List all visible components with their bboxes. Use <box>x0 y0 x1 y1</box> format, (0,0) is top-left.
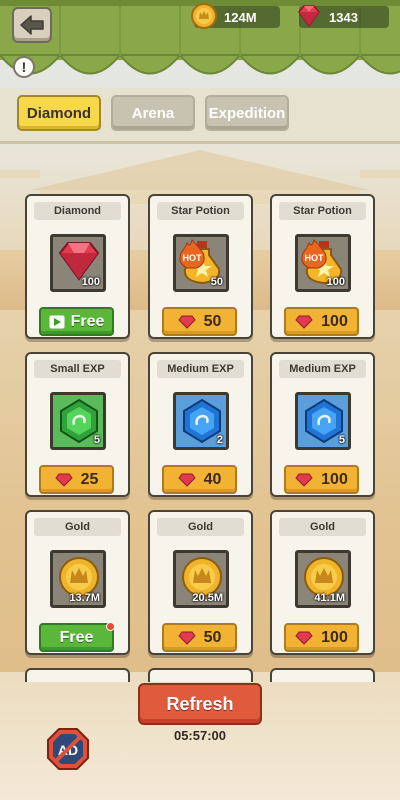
item-name: Gold <box>157 518 244 536</box>
item-quantity: 13.7M <box>69 592 100 604</box>
free-button[interactable]: Free <box>39 622 115 652</box>
gem-icon <box>54 473 73 487</box>
price-label: 50 <box>203 628 222 646</box>
price-label: 40 <box>203 470 222 488</box>
price-label: 25 <box>80 470 99 488</box>
item-slot: 13.7M <box>50 550 106 608</box>
refresh-button[interactable]: Refresh <box>138 683 262 725</box>
item-name: Small EXP <box>34 360 121 378</box>
item-name: Star Potion <box>157 202 244 220</box>
info-button[interactable]: ! <box>13 56 35 78</box>
shop-card-star-potion[interactable]: Star Potion 50 HOT 50 <box>148 194 253 339</box>
item-slot: 5 <box>50 392 106 450</box>
price-label: Free <box>70 312 105 330</box>
tab-expedition[interactable]: Expedition <box>205 95 289 131</box>
gem-counter: 1343 <box>298 5 389 28</box>
gem-icon <box>295 315 313 329</box>
back-button[interactable] <box>12 7 52 43</box>
item-slot: 20.5M <box>173 550 229 608</box>
item-name: Gold <box>279 518 366 536</box>
tab-diamond[interactable]: Diamond <box>17 95 101 131</box>
item-name: Star Potion <box>279 202 366 220</box>
gem-icon <box>295 473 313 487</box>
item-quantity: 5 <box>93 434 100 446</box>
item-quantity: 5 <box>338 434 345 446</box>
item-quantity: 50 <box>210 276 223 288</box>
shop-card-partial[interactable] <box>270 668 375 682</box>
item-name: Gold <box>34 518 121 536</box>
arrow-left-icon <box>20 15 44 35</box>
buy-button[interactable]: 50 <box>162 307 237 336</box>
item-quantity: 2 <box>216 434 223 446</box>
shop-card-gold[interactable]: Gold 13.7M Free <box>25 510 130 655</box>
notification-dot <box>106 622 115 631</box>
buy-button[interactable]: 25 <box>39 465 114 494</box>
price-label: 100 <box>321 470 348 488</box>
item-slot: 100 <box>50 234 106 292</box>
price-label: 100 <box>321 312 348 330</box>
item-slot: 100 HOT <box>295 234 351 292</box>
shop-card-medium-exp[interactable]: Medium EXP 2 40 <box>148 352 253 497</box>
price-label: 50 <box>203 312 222 330</box>
buy-button[interactable]: 100 <box>284 307 359 336</box>
shop-card-medium-exp[interactable]: Medium EXP 5 100 <box>270 352 375 497</box>
refresh-timer: 05:57:00 <box>173 728 227 743</box>
buy-button[interactable]: 100 <box>284 623 359 652</box>
gold-counter: 124M <box>191 3 280 29</box>
shop-card-partial[interactable] <box>148 668 253 682</box>
svg-text:HOT: HOT <box>183 253 203 263</box>
hot-badge: HOT <box>179 239 205 269</box>
gem-icon <box>177 315 196 329</box>
svg-text:HOT: HOT <box>305 253 325 263</box>
price-label: 100 <box>321 628 348 646</box>
item-slot: 5 <box>295 392 351 450</box>
free-button[interactable]: Free <box>39 307 114 336</box>
gold-coin-icon <box>191 3 217 29</box>
shop-card-diamond[interactable]: Diamond 100 Free <box>25 194 130 339</box>
buy-button[interactable]: 50 <box>162 623 237 652</box>
shop-card-partial[interactable] <box>25 668 130 682</box>
item-quantity: 100 <box>326 276 345 288</box>
item-quantity: 100 <box>81 276 100 288</box>
price-label: Free <box>59 628 94 646</box>
gem-icon <box>298 5 320 28</box>
shop-card-gold[interactable]: Gold 41.1M 100 <box>270 510 375 655</box>
item-name: Medium EXP <box>157 360 244 378</box>
shop-card-star-potion[interactable]: Star Potion 100 HOT 100 <box>270 194 375 339</box>
no-ads-icon[interactable]: AD <box>46 727 90 771</box>
item-slot: 41.1M <box>295 550 351 608</box>
shop-card-small-exp[interactable]: Small EXP 5 25 <box>25 352 130 497</box>
item-slot: 2 <box>173 392 229 450</box>
item-quantity: 20.5M <box>192 592 223 604</box>
item-slot: 50 HOT <box>173 234 229 292</box>
item-name: Diamond <box>34 202 121 220</box>
exclamation-icon: ! <box>21 59 27 75</box>
buy-button[interactable]: 40 <box>162 465 237 494</box>
gem-icon <box>177 473 196 487</box>
item-quantity: 41.1M <box>314 592 345 604</box>
hot-badge: HOT <box>301 239 327 269</box>
video-play-icon <box>49 315 65 328</box>
gem-icon <box>295 631 313 645</box>
shop-card-gold[interactable]: Gold 20.5M 50 <box>148 510 253 655</box>
tab-arena[interactable]: Arena <box>111 95 195 131</box>
gem-icon <box>177 631 196 645</box>
buy-button[interactable]: 100 <box>284 465 359 494</box>
item-name: Medium EXP <box>279 360 366 378</box>
